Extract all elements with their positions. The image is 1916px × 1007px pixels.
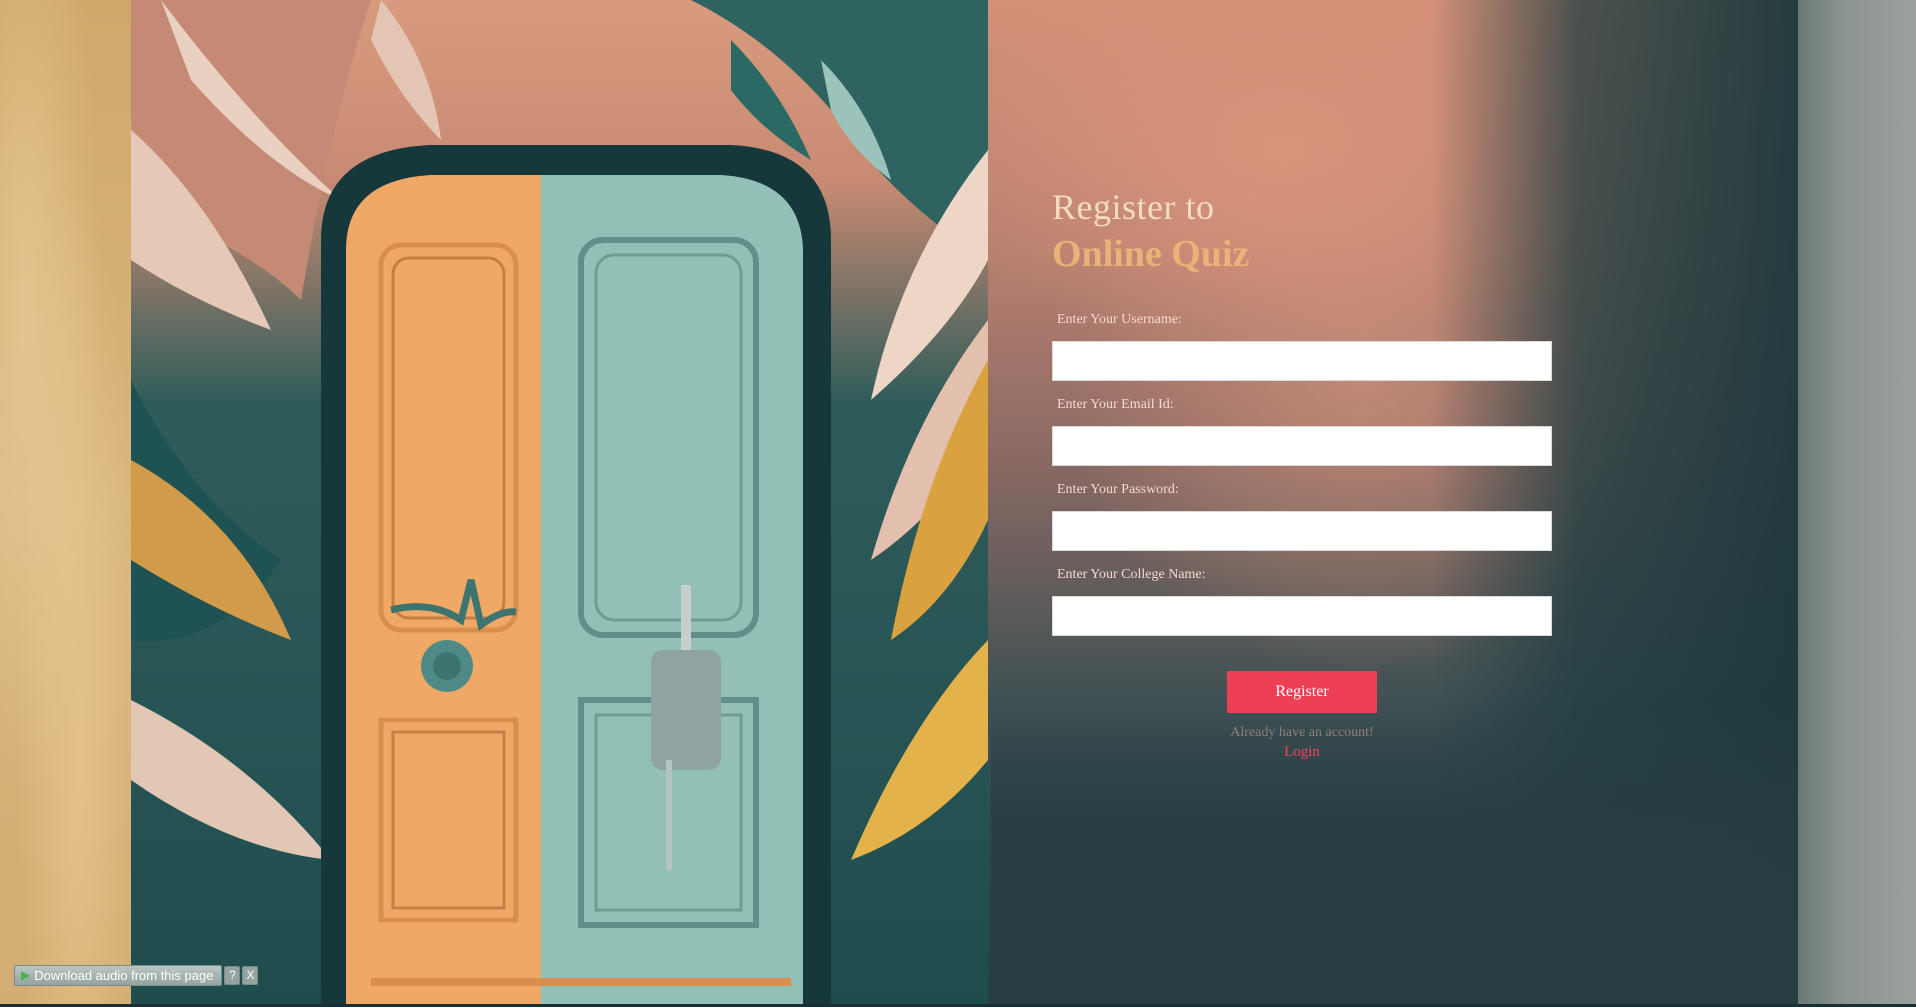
password-label: Enter Your Password: [1057, 482, 1179, 497]
form-title-line2: Online Quiz [1052, 233, 1250, 275]
close-icon[interactable]: X [242, 965, 259, 985]
password-input[interactable] [1052, 511, 1552, 551]
login-link[interactable]: Login [1052, 744, 1552, 761]
door-illustration [131, 0, 988, 1007]
register-card [131, 0, 1798, 1007]
email-input[interactable] [1052, 426, 1552, 466]
help-icon[interactable]: ? [224, 965, 241, 985]
left-decorative-background [0, 0, 131, 1007]
email-label: Enter Your Email Id: [1057, 397, 1174, 412]
play-icon: ▶ [21, 968, 31, 982]
download-audio-button[interactable]: ▶ Download audio from this page [14, 964, 223, 986]
already-have-account-text: Already have an account! [1230, 725, 1374, 740]
right-decorative-background [1798, 0, 1916, 1007]
form-title-line1: Register to [1052, 187, 1215, 227]
download-audio-label: Download audio from this page [34, 967, 214, 983]
username-input[interactable] [1052, 341, 1552, 381]
college-name-input[interactable] [1052, 596, 1552, 636]
username-label: Enter Your Username: [1057, 312, 1182, 327]
download-audio-bar: ▶ Download audio from this page ? X [14, 964, 259, 986]
college-name-label: Enter Your College Name: [1057, 567, 1206, 582]
door-artwork [131, 0, 988, 1007]
register-button[interactable]: Register [1227, 671, 1377, 713]
